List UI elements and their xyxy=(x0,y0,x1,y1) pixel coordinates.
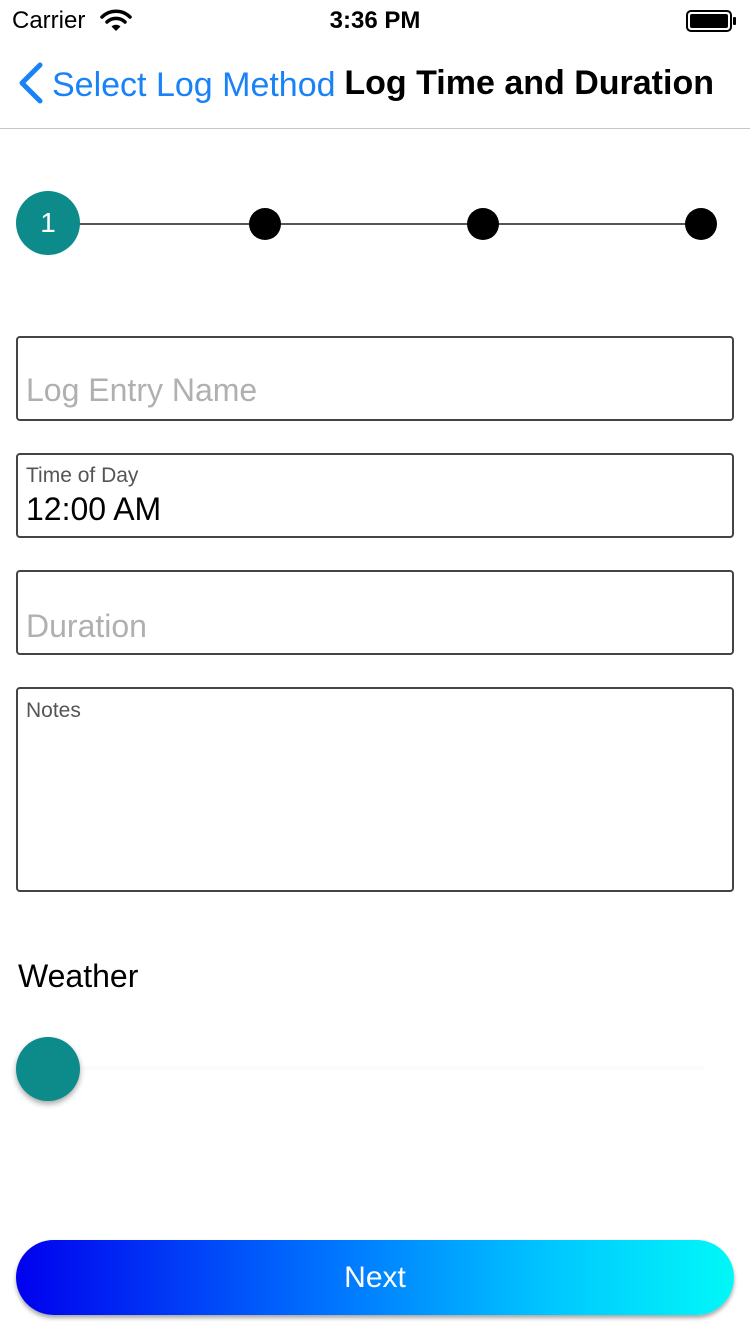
screen: Carrier 3:36 PM Select Log Method Log Ti… xyxy=(0,0,750,1334)
log-entry-name-field[interactable] xyxy=(16,336,734,421)
time-of-day-label: Time of Day xyxy=(26,464,139,487)
battery-icon xyxy=(686,10,738,37)
status-bar: Carrier 3:36 PM xyxy=(0,0,750,40)
status-time: 3:36 PM xyxy=(329,7,421,34)
notes-textarea[interactable] xyxy=(26,729,716,879)
back-button-label: Select Log Method xyxy=(52,65,336,104)
time-of-day-input[interactable] xyxy=(26,491,716,528)
duration-field[interactable] xyxy=(16,570,734,655)
weather-slider-thumb[interactable] xyxy=(16,1037,80,1101)
time-of-day-field[interactable]: Time of Day xyxy=(16,453,734,538)
back-button[interactable]: Select Log Method xyxy=(16,62,336,108)
page-title: Log Time and Duration xyxy=(344,64,714,102)
chevron-left-icon xyxy=(16,61,46,110)
duration-input[interactable] xyxy=(26,608,716,645)
notes-field[interactable]: Notes xyxy=(16,687,734,892)
stepper-line xyxy=(48,223,702,225)
notes-label: Notes xyxy=(26,699,81,722)
weather-label: Weather xyxy=(18,958,139,994)
step-2-dot[interactable] xyxy=(249,208,281,240)
progress-stepper: 1 xyxy=(16,191,718,257)
log-entry-name-input[interactable] xyxy=(26,372,716,409)
next-button[interactable]: Next xyxy=(16,1240,734,1315)
navigation-bar: Select Log Method Log Time and Duration xyxy=(0,40,750,129)
step-1-active[interactable]: 1 xyxy=(16,191,80,255)
step-3-dot[interactable] xyxy=(467,208,499,240)
weather-slider-track[interactable] xyxy=(48,1066,704,1070)
step-4-dot[interactable] xyxy=(685,208,717,240)
